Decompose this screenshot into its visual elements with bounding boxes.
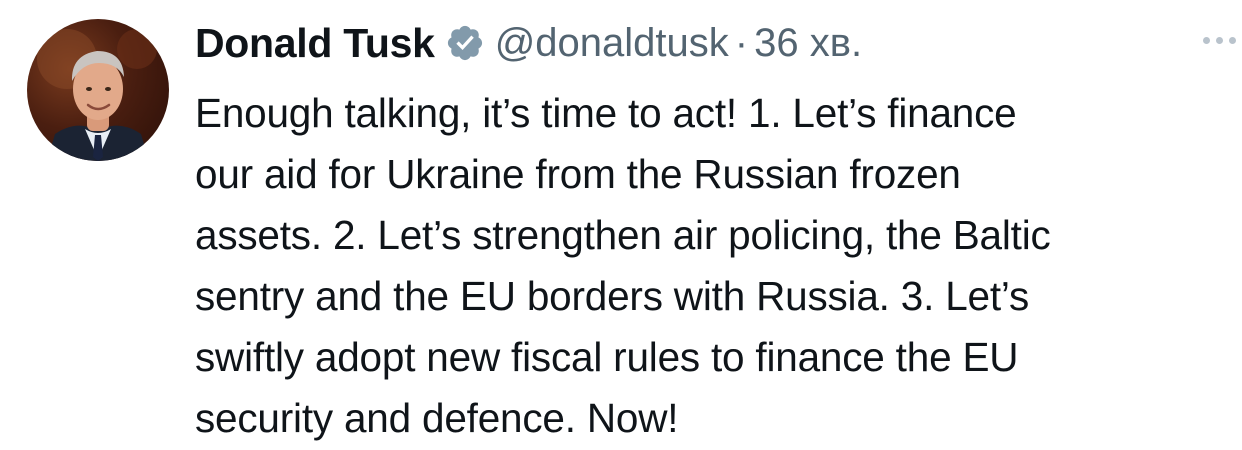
tweet-card[interactable]: Donald Tusk @donaldtusk · 36 хв. Enough …: [0, 0, 1242, 450]
tweet-text: Enough talking, it’s time to act! 1. Let…: [195, 83, 1235, 449]
author-name[interactable]: Donald Tusk: [195, 20, 435, 67]
timestamp[interactable]: 36 хв.: [754, 21, 862, 66]
tweet-text-line: our aid for Ukraine from the Russian fro…: [195, 151, 961, 197]
tweet-header: Donald Tusk @donaldtusk · 36 хв.: [195, 14, 862, 72]
more-options-icon[interactable]: [1203, 33, 1239, 47]
separator-dot: ·: [734, 20, 749, 65]
avatar-portrait-icon: [37, 29, 157, 161]
avatar[interactable]: [27, 19, 169, 161]
verified-badge-icon: [445, 23, 485, 63]
author-handle[interactable]: @donaldtusk: [495, 21, 729, 66]
tweet-text-line: swiftly adopt new fiscal rules to financ…: [195, 334, 1019, 380]
tweet-text-line: assets. 2. Let’s strengthen air policing…: [195, 212, 1051, 258]
tweet-text-line: security and defence. Now!: [195, 395, 679, 441]
more-dot: [1203, 36, 1210, 44]
more-dot: [1216, 36, 1223, 44]
tweet-text-line: Enough talking, it’s time to act! 1. Let…: [195, 90, 1017, 136]
more-dot: [1229, 36, 1236, 44]
tweet-text-line: sentry and the EU borders with Russia. 3…: [195, 273, 1030, 319]
